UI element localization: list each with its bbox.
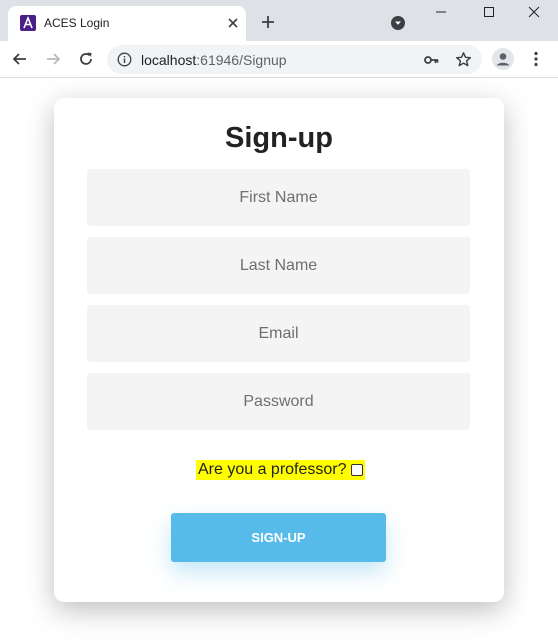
back-arrow-icon[interactable]	[11, 50, 29, 68]
close-tab-icon[interactable]	[224, 14, 242, 32]
site-info-icon[interactable]	[117, 52, 132, 67]
first-name-input[interactable]	[87, 169, 470, 226]
address-bar[interactable]: localhost:61946/Signup	[107, 45, 482, 74]
tab-search-icon[interactable]	[390, 15, 406, 31]
profile-avatar-icon[interactable]	[492, 48, 514, 70]
professor-label: Are you a professor?	[198, 461, 347, 478]
browser-tab-strip: ACES Login	[0, 0, 558, 41]
signup-card: Sign-up Are you a professor? SIGN-UP	[54, 98, 504, 602]
reload-icon[interactable]	[77, 50, 95, 68]
tab-title: ACES Login	[44, 16, 110, 30]
professor-option: Are you a professor?	[196, 460, 365, 480]
forward-arrow-icon[interactable]	[44, 50, 62, 68]
maximize-icon[interactable]	[481, 4, 497, 20]
url-host: localhost	[141, 52, 197, 68]
signup-button[interactable]: SIGN-UP	[171, 513, 386, 562]
last-name-input[interactable]	[87, 237, 470, 294]
browser-tab[interactable]: ACES Login	[8, 6, 246, 41]
page-content: Sign-up Are you a professor? SIGN-UP	[0, 78, 558, 641]
browser-toolbar: localhost:61946/Signup	[0, 41, 558, 78]
url-path: :61946/Signup	[196, 52, 287, 68]
bookmark-star-icon[interactable]	[455, 51, 472, 68]
kebab-menu-icon[interactable]	[528, 50, 544, 68]
minimize-icon[interactable]	[433, 4, 449, 20]
password-input[interactable]	[87, 373, 470, 430]
signup-title: Sign-up	[225, 122, 333, 154]
professor-checkbox[interactable]	[350, 464, 363, 476]
email-input[interactable]	[87, 305, 470, 362]
url-text: localhost:61946/Signup	[141, 52, 287, 68]
aces-favicon-icon	[20, 15, 36, 31]
key-icon[interactable]	[423, 52, 439, 68]
window-close-icon[interactable]	[526, 4, 542, 20]
new-tab-icon[interactable]	[259, 13, 277, 31]
